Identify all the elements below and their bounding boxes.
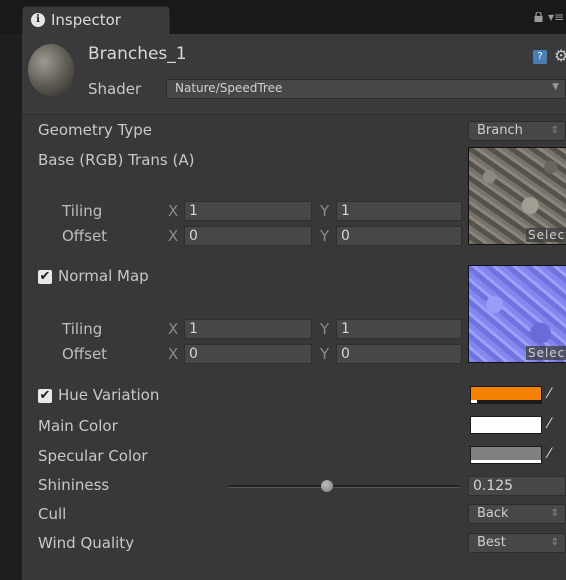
alpha-bar [471,400,541,403]
normal-map-checkbox[interactable]: ✔ [38,270,52,284]
help-icon[interactable]: ? [533,50,547,64]
base-tiling-x-axis: X [168,202,179,220]
wind-quality-dropdown[interactable]: Best ⇕ [468,533,566,553]
eyedropper-icon[interactable]: ⁄ [548,446,564,464]
base-offset-y-field[interactable]: 0 [336,226,462,246]
shininess-slider-handle[interactable] [320,480,333,492]
material-properties-panel: Geometry Type Branch ⇕ Base (RGB) Trans … [22,115,566,580]
tab-bar: i Inspector ▾≡ [0,0,566,34]
geometry-type-value: Branch [477,123,523,138]
hue-variation-label: Hue Variation [58,386,160,404]
geometry-type-label: Geometry Type [38,121,153,139]
specular-color-swatch[interactable] [470,446,542,464]
normal-map-label: Normal Map [58,267,149,285]
shader-label: Shader [88,80,142,98]
base-texture-label: Base (RGB) Trans (A) [38,151,195,169]
normal-offset-label: Offset [62,345,108,363]
normal-tiling-y-field[interactable]: 1 [336,319,462,339]
wind-quality-label: Wind Quality [38,534,135,552]
specular-color-label: Specular Color [38,447,148,465]
eyedropper-icon[interactable]: ⁄ [548,416,564,434]
base-texture-slot[interactable]: Select [468,147,566,245]
checkbox-check-icon: ✔ [39,388,51,403]
normal-map-slot[interactable]: Select [468,265,566,363]
base-texture-select-button[interactable]: Select [525,228,566,242]
alpha-bar [471,430,541,433]
material-preview-thumbnail [28,44,74,96]
alpha-bar-fill [471,400,477,403]
shader-dropdown[interactable]: Nature/SpeedTree ▼ [166,79,566,99]
material-name: Branches_1 [88,44,187,64]
shininess-label: Shininess [38,476,110,494]
base-offset-x-axis: X [168,227,179,245]
wind-quality-value: Best [477,535,506,550]
base-tiling-y-axis: Y [320,202,330,220]
hue-variation-color-swatch[interactable] [470,386,542,404]
info-icon: i [31,13,45,27]
normal-tiling-x-field[interactable]: 1 [184,319,312,339]
normal-offset-y-axis: Y [320,345,330,363]
base-offset-x-field[interactable]: 0 [184,226,312,246]
normal-tiling-label: Tiling [62,320,103,338]
base-tiling-y-field[interactable]: 1 [336,201,462,221]
normal-map-select-button[interactable]: Select [525,346,566,360]
main-color-swatch[interactable] [470,416,542,434]
base-tiling-x-field[interactable]: 1 [184,201,312,221]
main-color-label: Main Color [38,417,118,435]
shininess-slider-track[interactable] [228,485,460,488]
updown-arrow-icon: ⇕ [550,125,559,136]
base-offset-label: Offset [62,227,108,245]
material-header: Branches_1 ? ⚙ Shader Nature/SpeedTree ▼ [22,34,566,115]
lock-icon[interactable] [534,12,543,22]
cull-value: Back [477,506,509,521]
shader-dropdown-value: Nature/SpeedTree [175,81,283,95]
tab-inspector-label: Inspector [51,11,121,29]
cull-label: Cull [38,505,67,523]
base-tiling-label: Tiling [62,202,103,220]
normal-offset-y-field[interactable]: 0 [336,344,462,364]
tab-inspector[interactable]: i Inspector [22,6,170,34]
updown-arrow-icon: ⇕ [550,508,559,519]
normal-offset-x-field[interactable]: 0 [184,344,312,364]
gear-icon[interactable]: ⚙ [554,46,566,65]
shininess-value-field[interactable]: 0.125 [468,476,566,496]
hue-variation-checkbox[interactable]: ✔ [38,389,52,403]
normal-tiling-y-axis: Y [320,320,330,338]
updown-arrow-icon: ⇕ [550,537,559,548]
menu-icon[interactable]: ▾≡ [548,10,564,24]
cull-dropdown[interactable]: Back ⇕ [468,504,566,524]
checkbox-check-icon: ✔ [39,269,51,284]
alpha-bar [471,460,541,463]
base-offset-y-axis: Y [320,227,330,245]
eyedropper-icon[interactable]: ⁄ [548,386,564,404]
normal-offset-x-axis: X [168,345,179,363]
chevron-down-icon: ▼ [552,82,559,92]
geometry-type-dropdown[interactable]: Branch ⇕ [468,121,566,141]
normal-tiling-x-axis: X [168,320,179,338]
